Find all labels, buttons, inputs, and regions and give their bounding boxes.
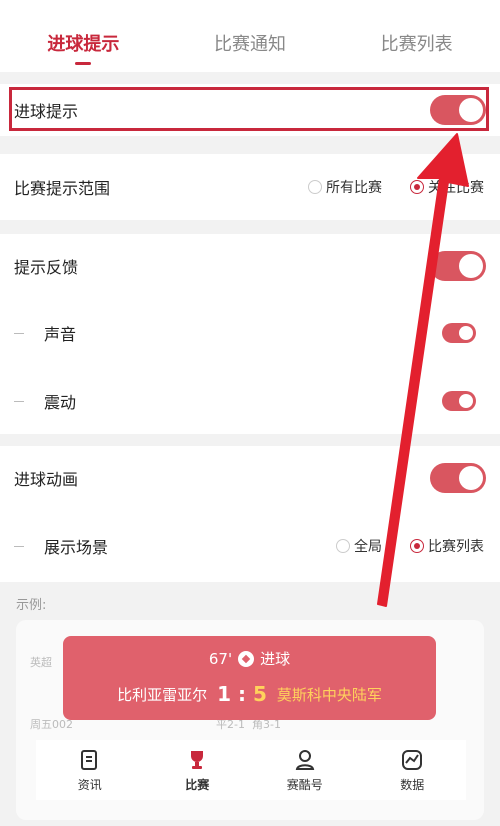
indent-dash — [14, 332, 24, 334]
vibration-toggle[interactable] — [442, 391, 476, 411]
sound-label: 声音 — [44, 325, 77, 344]
popup-score-line: 比利亚雷亚尔 1 : 5 莫斯科中央陆军 — [63, 682, 436, 706]
trophy-icon — [185, 748, 209, 772]
goal-animation-toggle[interactable] — [430, 463, 486, 493]
popup-home-score: 1 — [217, 682, 232, 706]
radio-followed-matches[interactable]: 关注比赛 — [410, 177, 484, 197]
sound-row: 声音 — [0, 298, 500, 368]
radio-dot — [308, 180, 322, 194]
feedback-toggle[interactable] — [430, 251, 486, 281]
tab-match-list[interactable]: 比赛列表 — [333, 0, 500, 72]
radio-dot — [410, 539, 424, 553]
goal-animation-row: 进球动画 — [0, 446, 500, 510]
nav-label: 比赛 — [185, 778, 210, 792]
nav-news[interactable]: 资讯 — [55, 740, 125, 800]
nav-match[interactable]: 比赛 — [162, 740, 232, 800]
nav-saikuhao[interactable]: 赛酷号 — [270, 740, 340, 800]
popup-home-team: 比利亚雷亚尔 — [117, 685, 208, 704]
alert-range-label: 比赛提示范围 — [14, 179, 111, 198]
toggle-knob — [459, 466, 483, 490]
nav-label: 数据 — [400, 778, 425, 792]
popup-score: 1 : 5 — [217, 682, 267, 706]
highlight-box — [9, 87, 489, 131]
news-icon — [78, 748, 102, 772]
toggle-knob — [459, 326, 473, 340]
popup-event-line: 67' 进球 — [63, 648, 436, 669]
tab-match-notice[interactable]: 比赛通知 — [167, 0, 334, 72]
radio-label: 所有比赛 — [326, 180, 382, 196]
alert-range-options: 所有比赛 关注比赛 — [280, 177, 484, 197]
indent-dash — [14, 400, 24, 402]
chart-icon — [400, 748, 424, 772]
example-label: 示例: — [16, 598, 47, 613]
vibration-label: 震动 — [44, 393, 77, 412]
radio-label: 比赛列表 — [428, 539, 484, 555]
football-icon — [238, 650, 255, 667]
feedback-label: 提示反馈 — [14, 258, 79, 277]
popup-minute: 67' — [208, 649, 233, 668]
popup-away-score: 5 — [252, 682, 267, 706]
radio-dot — [410, 180, 424, 194]
person-icon — [293, 748, 317, 772]
alert-range-row: 比赛提示范围 所有比赛 关注比赛 — [0, 154, 500, 220]
radio-dot — [336, 539, 350, 553]
top-tabs: 进球提示 比赛通知 比赛列表 — [0, 0, 500, 72]
bottom-nav: 资讯 比赛 赛酷号 数据 — [36, 740, 466, 800]
tab-goal-alert[interactable]: 进球提示 — [0, 0, 167, 72]
bg-league: 英超 — [30, 656, 52, 669]
popup-score-separator: : — [238, 682, 246, 706]
goal-animation-label: 进球动画 — [14, 470, 79, 489]
radio-global[interactable]: 全局 — [336, 536, 382, 556]
nav-label: 赛酷号 — [286, 778, 323, 792]
toggle-knob — [459, 394, 473, 408]
radio-all-matches[interactable]: 所有比赛 — [308, 177, 382, 197]
popup-event: 进球 — [260, 650, 291, 668]
radio-label: 关注比赛 — [428, 180, 484, 196]
radio-label: 全局 — [354, 539, 382, 555]
nav-data[interactable]: 数据 — [377, 740, 447, 800]
popup-away-team: 莫斯科中央陆军 — [276, 685, 382, 704]
sound-toggle[interactable] — [442, 323, 476, 343]
scene-row: 展示场景 全局 比赛列表 — [0, 510, 500, 582]
toggle-knob — [459, 254, 483, 278]
radio-match-list[interactable]: 比赛列表 — [410, 536, 484, 556]
vibration-row: 震动 — [0, 368, 500, 434]
indent-dash — [14, 545, 24, 547]
nav-label: 资讯 — [77, 778, 102, 792]
goal-popup: 67' 进球 比利亚雷亚尔 1 : 5 莫斯科中央陆军 — [63, 636, 436, 720]
scene-label: 展示场景 — [44, 538, 109, 557]
scene-options: 全局 比赛列表 — [308, 536, 484, 556]
feedback-row: 提示反馈 — [0, 234, 500, 298]
